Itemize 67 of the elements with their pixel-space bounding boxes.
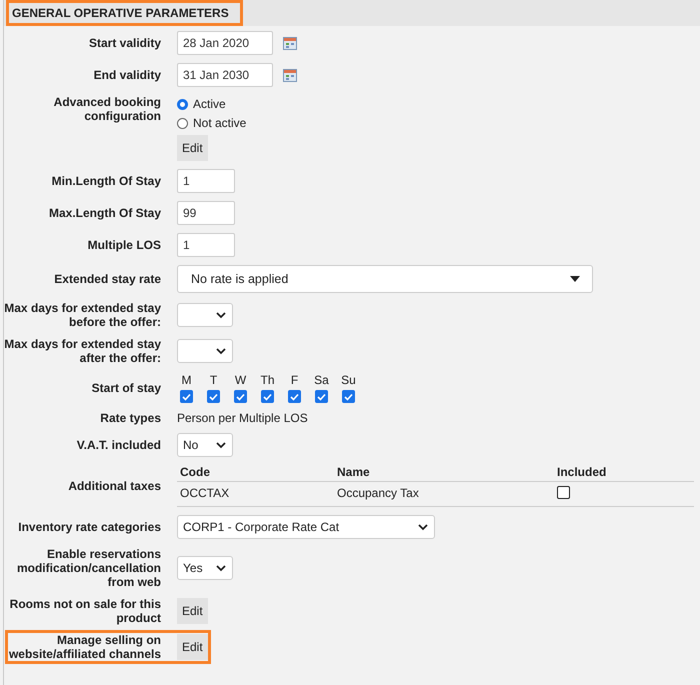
field-label: Enable reservations modification/cancellation from web — [16, 547, 161, 589]
field-label: Additional taxes — [67, 479, 161, 493]
field-label: Extended stay rate — [53, 272, 161, 286]
select-field[interactable]: CORP1 - Corporate Rate Cat — [177, 515, 435, 539]
day-checkbox[interactable] — [180, 390, 193, 403]
field-label: Max days for extended stay before the offer: — [4, 301, 161, 329]
caret-down-icon — [570, 276, 580, 282]
section-title: GENERAL OPERATIVE PARAMETERS — [6, 0, 243, 26]
number-field[interactable]: 1 — [177, 169, 235, 193]
chevron-down-icon — [418, 524, 428, 530]
radio-option[interactable]: Not active — [177, 116, 246, 130]
calendar-icon[interactable] — [283, 36, 297, 50]
select-field[interactable]: No rate is applied — [177, 265, 593, 293]
edit-button[interactable]: Edit — [177, 135, 208, 161]
chevron-down-icon — [216, 442, 226, 448]
field-label: End validity — [92, 68, 161, 82]
date-field[interactable]: 31 Jan 2030 — [177, 63, 273, 87]
field-label: Manage selling on website/affiliated channels — [8, 633, 161, 661]
edit-button[interactable]: Edit — [177, 598, 208, 624]
chevron-down-icon — [216, 312, 226, 318]
number-field[interactable]: 99 — [177, 201, 235, 225]
field-label: Max.Length Of Stay — [48, 206, 161, 220]
day-checkbox[interactable] — [315, 390, 328, 403]
column-header: Code — [180, 465, 211, 479]
field-label: Rate types — [99, 411, 161, 425]
date-field[interactable]: 28 Jan 2020 — [177, 31, 273, 55]
day-checkbox[interactable] — [342, 390, 355, 403]
chevron-down-icon — [216, 564, 226, 572]
field-label: Advanced booking configuration — [52, 95, 161, 123]
select-field[interactable] — [177, 339, 233, 363]
day-label: W — [234, 373, 246, 387]
select-field[interactable]: Yes — [177, 556, 233, 580]
select-field[interactable] — [177, 303, 233, 327]
day-label: Th — [260, 373, 274, 387]
field-label: Rooms not on sale for this product — [8, 597, 161, 625]
day-label: M — [182, 373, 192, 387]
field-label: Inventory rate categories — [17, 520, 161, 534]
chevron-down-icon — [216, 348, 226, 354]
radio-label: Not active — [193, 116, 246, 130]
number-field[interactable]: 1 — [177, 233, 235, 257]
column-header: Name — [337, 465, 371, 479]
table-cell-text: Occupancy Tax — [337, 486, 420, 502]
day-checkbox[interactable] — [261, 390, 274, 403]
day-checkbox[interactable] — [234, 390, 247, 403]
radio-button[interactable] — [177, 118, 188, 128]
day-checkbox[interactable] — [288, 390, 301, 403]
field-label: Start of stay — [90, 381, 161, 395]
field-label: Multiple LOS — [86, 238, 161, 252]
field-label: Min.Length Of Stay — [50, 174, 161, 188]
field-label: Start validity — [88, 36, 161, 50]
radio-option[interactable]: Active — [177, 97, 226, 111]
day-label: T — [210, 373, 218, 387]
radio-label: Active — [193, 97, 226, 111]
select-field[interactable]: No — [177, 433, 233, 457]
calendar-icon[interactable] — [283, 68, 297, 82]
day-label: F — [290, 373, 298, 387]
field-label: V.A.T. included — [76, 438, 161, 452]
edit-button[interactable]: Edit — [177, 634, 208, 660]
day-label: Su — [341, 373, 356, 387]
day-label: Sa — [314, 373, 329, 387]
table-cell-text: OCCTAX — [180, 486, 230, 502]
included-checkbox[interactable] — [557, 486, 570, 499]
column-header: Included — [557, 465, 608, 479]
radio-button[interactable] — [177, 98, 188, 110]
day-checkbox[interactable] — [207, 390, 220, 403]
field-label: Max days for extended stay after the offer: — [4, 337, 161, 365]
rate-type-text: Person per Multiple LOS — [177, 411, 309, 425]
